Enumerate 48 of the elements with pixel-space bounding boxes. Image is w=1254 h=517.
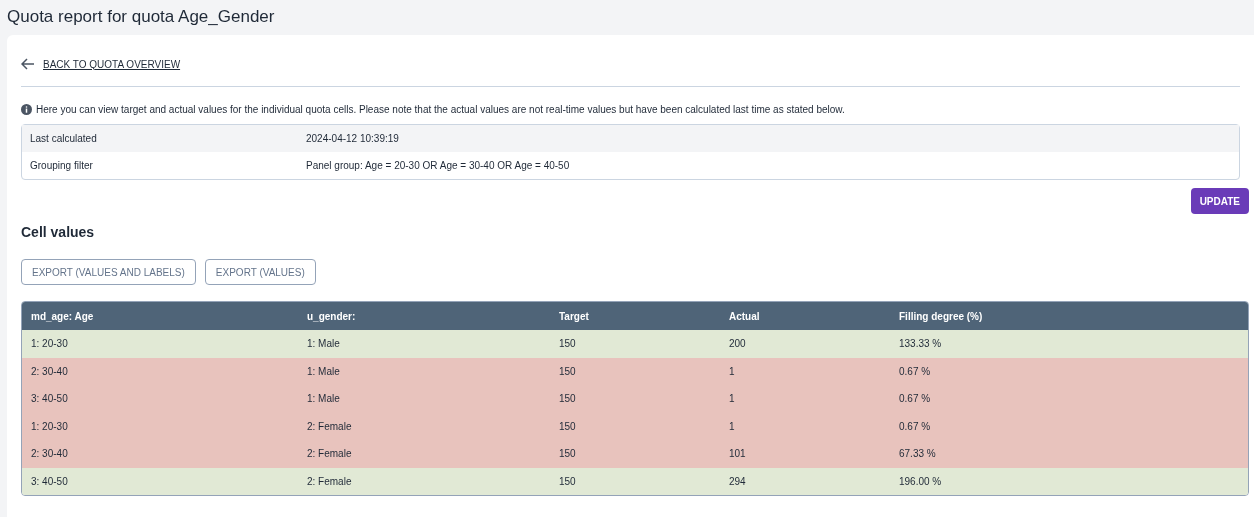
table-cell-text: 1: Male (307, 392, 340, 407)
table-cell-text: 196.00 % (899, 474, 942, 489)
table-cell-text: 2: 30-40 (31, 364, 68, 379)
table-cell-text: 1: 20-30 (31, 337, 68, 352)
column-header: Filling degree (%) (899, 309, 983, 324)
column-header: md_age: Age (31, 309, 94, 324)
table-cell-text: 150 (559, 447, 576, 462)
table-cell-text: 1: Male (307, 337, 340, 352)
detail-label: Grouping filter (30, 159, 94, 173)
info-icon (21, 103, 32, 115)
table-cell-text: 3: 40-50 (31, 392, 68, 407)
table-cell-text: 1 (729, 392, 735, 407)
table-cell-text: 133.33 % (899, 337, 942, 352)
table-cell-text: 1 (729, 364, 735, 379)
table-cell-text: 0.67 % (899, 392, 931, 407)
update-button[interactable]: UPDATE (1190, 188, 1249, 214)
table-cell-text: 150 (559, 419, 576, 434)
table-cell-text: 2: Female (307, 474, 352, 489)
table-cell-text: 2: Female (307, 419, 352, 434)
table-cell-text: 67.33 % (899, 447, 936, 462)
table-cell-text: 1: 20-30 (31, 419, 68, 434)
back-link[interactable]: BACK TO QUOTA OVERVIEW (43, 56, 181, 72)
table-cell-text: 3: 40-50 (31, 474, 68, 489)
section-title: Cell values (21, 223, 95, 242)
detail-value: 2024-04-12 10:39:19 (306, 132, 399, 146)
table-cell-text: 200 (729, 337, 746, 352)
table-cell-text: 150 (559, 392, 576, 407)
table-cell-text: 2: 30-40 (31, 447, 68, 462)
table-cell-text: 2: Female (307, 447, 352, 462)
table-cell-text: 0.67 % (899, 419, 931, 434)
export-button[interactable]: EXPORT (VALUES AND LABELS) (21, 259, 196, 285)
column-header: u_gender: (307, 309, 356, 324)
table-cell-text: 150 (559, 474, 576, 489)
detail-value: Panel group: Age = 20-30 OR Age = 30-40 OR Age = 40-50 (306, 159, 570, 173)
detail-label: Last calculated (30, 132, 98, 146)
table-cell-text: 150 (559, 364, 576, 379)
table-cell-text: 1 (729, 419, 735, 434)
column-header: Target (559, 309, 589, 324)
page-title: Quota report for quota Age_Gender (6, 6, 276, 28)
table-cell-text: 101 (729, 447, 746, 462)
back-arrow-icon (21, 58, 35, 70)
table-cell-text: 150 (559, 337, 576, 352)
table-cell-text: 0.67 % (899, 364, 931, 379)
export-button[interactable]: EXPORT (VALUES) (204, 259, 316, 285)
column-header: Actual (729, 309, 760, 324)
table-cell-text: 1: Male (307, 364, 340, 379)
table-cell-text: 294 (729, 474, 746, 489)
info-text: Here you can view target and actual values for the individual quota cells. Please note that the actual values are not real-time values but have been calculated last time as stated below. (36, 102, 845, 117)
